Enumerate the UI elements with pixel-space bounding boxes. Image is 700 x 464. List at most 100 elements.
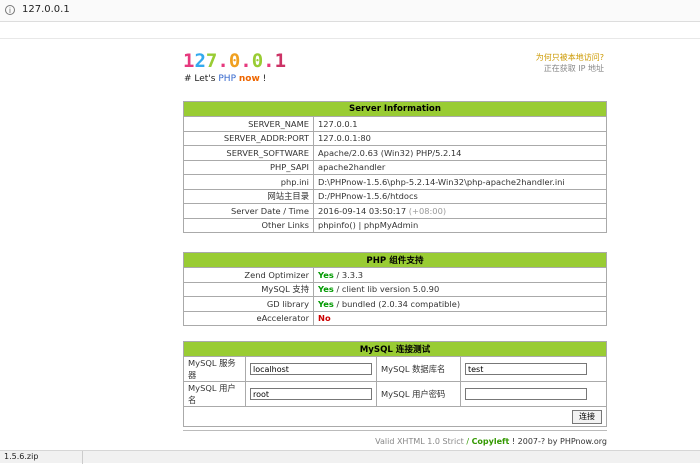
user-label: MySQL 用户名 — [183, 381, 246, 407]
server-datetime: 2016-09-14 03:50:17 — [318, 205, 407, 216]
url-text[interactable]: 127.0.0.1 — [22, 4, 70, 15]
row-value: 127.0.0.1 — [313, 116, 607, 132]
slogan-suffix: ! — [262, 74, 267, 84]
row-value: D:/PHPnow-1.5.6/htdocs — [313, 188, 607, 204]
site-logo: 127.0.0.1 — [183, 50, 286, 72]
row-label: GD library — [183, 296, 314, 312]
footer-divider — [183, 430, 607, 431]
php-components-table: PHP 组件支持 Zend Optimizer Yes / 3.3.3 MySQ… — [183, 252, 607, 326]
button-row: 连接 — [183, 406, 607, 427]
logo-char: 0 — [251, 50, 264, 72]
mysql-server-input[interactable] — [250, 363, 372, 375]
status-detail: / 3.3.3 — [336, 269, 363, 280]
row-value: Apache/2.0.63 (Win32) PHP/5.2.14 — [313, 145, 607, 161]
table-row: Zend Optimizer Yes / 3.3.3 — [183, 267, 607, 283]
server-cell — [245, 356, 377, 382]
valid-xhtml-link[interactable]: Valid XHTML 1.0 Strict — [375, 437, 464, 446]
mysql-db-input[interactable] — [465, 363, 587, 375]
server-info-table: Server Information SERVER_NAME 127.0.0.1… — [183, 101, 607, 233]
row-value: D:\PHPnow-1.5.6\php-5.2.14-Win32\php-apa… — [313, 174, 607, 190]
form-row: MySQL 用户名 MySQL 用户密码 — [183, 381, 607, 407]
info-icon[interactable]: i — [5, 5, 15, 15]
row-value: Yes / 3.3.3 — [313, 267, 607, 283]
address-bar[interactable]: i 127.0.0.1 — [0, 0, 700, 22]
logo-char: . — [217, 50, 229, 72]
logo-char: . — [263, 50, 275, 72]
logo-char: 0 — [228, 50, 241, 72]
slogan-prefix: # Let's — [184, 74, 216, 84]
row-label: MySQL 支持 — [183, 281, 314, 297]
status-no: No — [318, 313, 331, 324]
row-label: PHP_SAPI — [183, 159, 314, 175]
table-row: SERVER_NAME 127.0.0.1 — [183, 116, 607, 132]
row-label: SERVER_SOFTWARE — [183, 145, 314, 161]
db-cell — [460, 356, 607, 382]
row-label: eAccelerator — [183, 310, 314, 326]
slogan: # Let's PHP now ! — [184, 74, 266, 84]
status-yes: Yes — [318, 298, 334, 309]
download-item[interactable]: 1.5.6.zip — [4, 452, 38, 461]
row-label: SERVER_NAME — [183, 116, 314, 132]
pass-label: MySQL 用户密码 — [376, 381, 461, 407]
row-value: Yes / bundled (2.0.34 compatible) — [313, 296, 607, 312]
logo-char: 1 — [274, 50, 287, 72]
row-label: 网站主目录 — [183, 188, 314, 204]
form-row: MySQL 服务器 MySQL 数据库名 — [183, 356, 607, 382]
php-ini-link[interactable]: php.ini — [183, 174, 314, 190]
copyleft-link[interactable]: Copyleft — [472, 437, 510, 446]
table-row: Server Date / Time 2016-09-14 03:50:17 (… — [183, 203, 607, 219]
download-divider — [82, 451, 83, 464]
row-label: Server Date / Time — [183, 203, 314, 219]
phpmyadmin-link[interactable]: phpMyAdmin — [364, 220, 418, 230]
db-label: MySQL 数据库名 — [376, 356, 461, 382]
mysql-test-form: MySQL 连接测试 MySQL 服务器 MySQL 数据库名 MySQL 用户… — [183, 341, 607, 427]
server-info-title: Server Information — [183, 101, 607, 117]
connect-button[interactable]: 连接 — [572, 409, 602, 424]
table-row: SERVER_ADDR:PORT 127.0.0.1:80 — [183, 130, 607, 146]
logo-char: 7 — [205, 50, 218, 72]
logo-char: . — [240, 50, 252, 72]
logo-char: 2 — [194, 50, 206, 72]
footer-separator: / — [466, 437, 470, 446]
button-cell: 连接 — [183, 406, 607, 427]
row-label: Zend Optimizer — [183, 267, 314, 283]
mysql-user-input[interactable] — [250, 388, 372, 400]
php-components-title: PHP 组件支持 — [183, 252, 607, 268]
visitor-question-link[interactable]: 为何只被本地访问? — [500, 52, 604, 63]
row-value: apache2handler — [313, 159, 607, 175]
pass-cell — [460, 381, 607, 407]
visitor-info: 为何只被本地访问? 正在获取 IP 地址 — [500, 52, 604, 74]
table-row: Other Links phpinfo() | phpMyAdmin — [183, 217, 607, 233]
status-yes: Yes — [318, 269, 334, 280]
user-cell — [245, 381, 377, 407]
row-value: phpinfo() | phpMyAdmin — [313, 217, 607, 233]
phpinfo-link[interactable]: phpinfo() — [318, 220, 356, 230]
status-detail: / client lib version 5.0.90 — [336, 284, 440, 295]
row-label: SERVER_ADDR:PORT — [183, 130, 314, 146]
table-row: GD library Yes / bundled (2.0.34 compati… — [183, 296, 607, 312]
link-separator: | — [358, 220, 362, 231]
footer-year: ! 2007-? by PHPnow.org — [511, 437, 607, 446]
divider — [0, 38, 700, 39]
table-row: PHP_SAPI apache2handler — [183, 159, 607, 175]
logo-char: 1 — [183, 50, 195, 72]
status-yes: Yes — [318, 284, 334, 295]
slogan-now: now — [238, 74, 260, 84]
table-row: 网站主目录 D:/PHPnow-1.5.6/htdocs — [183, 188, 607, 204]
row-value: 2016-09-14 03:50:17 (+08:00) — [313, 203, 607, 219]
row-label: Other Links — [183, 217, 314, 233]
download-bar: 1.5.6.zip — [0, 450, 700, 464]
table-row: php.ini D:\PHPnow-1.5.6\php-5.2.14-Win32… — [183, 174, 607, 190]
server-label: MySQL 服务器 — [183, 356, 246, 382]
timezone: (+08:00) — [408, 205, 447, 216]
mysql-password-input[interactable] — [465, 388, 587, 400]
footer: Valid XHTML 1.0 Strict / Copyleft ! 2007… — [183, 437, 607, 446]
table-row: eAccelerator No — [183, 310, 607, 326]
table-row: SERVER_SOFTWARE Apache/2.0.63 (Win32) PH… — [183, 145, 607, 161]
row-value: No — [313, 310, 607, 326]
table-row: MySQL 支持 Yes / client lib version 5.0.90 — [183, 281, 607, 297]
status-detail: / bundled (2.0.34 compatible) — [336, 298, 461, 309]
mysql-test-title: MySQL 连接测试 — [183, 341, 607, 357]
visitor-status: 正在获取 IP 地址 — [543, 64, 604, 73]
row-value: Yes / client lib version 5.0.90 — [313, 281, 607, 297]
